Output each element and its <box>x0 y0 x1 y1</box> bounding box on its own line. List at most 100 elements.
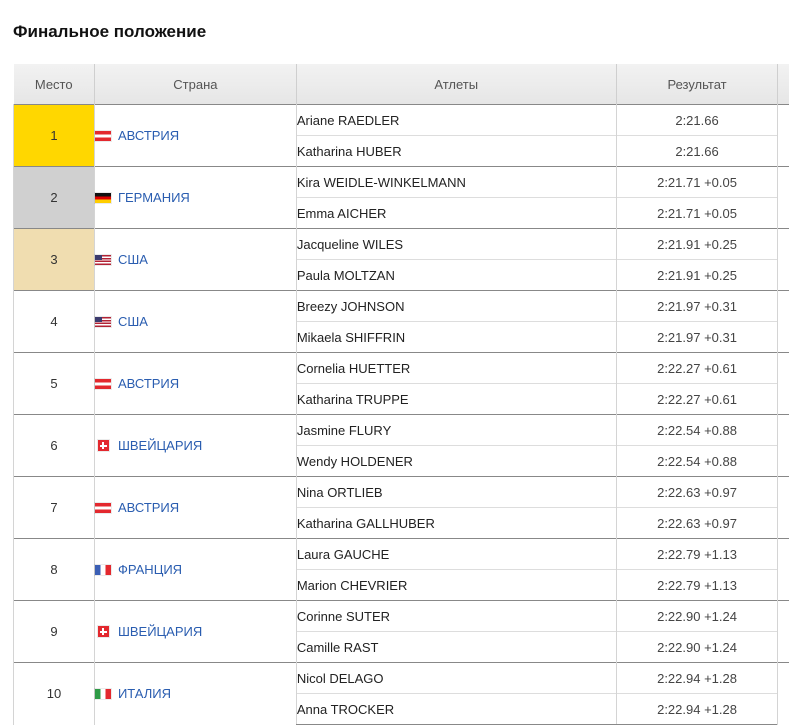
country-cell: АВСТРИЯ <box>93 352 297 415</box>
place-cell: 8 <box>13 538 95 601</box>
place-cell: 3 <box>13 228 95 291</box>
results-table: Место Страна Атлеты Результат 1 АВСТРИЯ Ar… <box>13 64 789 725</box>
place-cell: 10 <box>13 662 95 725</box>
place-cell: 4 <box>13 290 95 353</box>
athlete-name: Mikaela SHIFFRIN <box>295 321 617 353</box>
country-cell: АВСТРИЯ <box>93 104 297 167</box>
athlete-result: 2:22.54 +0.88 <box>615 414 779 446</box>
table-row: 6 ШВЕЙЦАРИЯ Jasmine FLURY 2:22.54 +0.88 <box>13 414 789 477</box>
country-cell: АВСТРИЯ <box>93 476 297 539</box>
athlete-result: 2:22.90 +1.24 <box>615 600 779 632</box>
athlete-result: 2:22.63 +0.97 <box>615 507 779 539</box>
place-cell: 6 <box>13 414 95 477</box>
row-extra-cell <box>777 414 789 477</box>
country-cell: ФРАНЦИЯ <box>93 538 297 601</box>
table-row: 4 США Breezy JOHNSON 2:21.97 +0.31 <box>13 290 789 353</box>
athlete-name: Camille RAST <box>295 631 617 663</box>
table-row: 2 ГЕРМАНИЯ Kira WEIDLE-WINKELMANN 2:21.71 +… <box>13 166 789 229</box>
germany-flag-icon <box>94 192 111 203</box>
row-extra-cell <box>777 228 789 291</box>
table-row: 7 АВСТРИЯ Nina ORTLIEB 2:22.63 +0.97 <box>13 476 789 539</box>
header-athletes[interactable]: Атлеты <box>295 64 617 105</box>
country-link[interactable]: АВСТРИЯ <box>118 376 179 391</box>
place-cell: 2 <box>13 166 95 229</box>
italy-flag-icon <box>94 688 111 699</box>
athlete-name: Nina ORTLIEB <box>295 476 617 508</box>
athlete-name: Nicol DELAGO <box>295 662 617 694</box>
country-cell: ШВЕЙЦАРИЯ <box>93 414 297 477</box>
athlete-result: 2:22.79 +1.13 <box>615 538 779 570</box>
athlete-result: 2:21.66 <box>615 104 779 136</box>
athlete-result: 2:21.97 +0.31 <box>615 290 779 322</box>
country-link[interactable]: ШВЕЙЦАРИЯ <box>118 624 202 639</box>
place-cell: 1 <box>13 104 95 167</box>
header-result[interactable]: Результат <box>615 64 778 105</box>
place-cell: 9 <box>13 600 95 663</box>
athlete-result: 2:22.79 +1.13 <box>615 569 779 601</box>
table-row: 1 АВСТРИЯ Ariane RAEDLER 2:21.66 <box>13 104 789 167</box>
athlete-name: Marion CHEVRIER <box>295 569 617 601</box>
table-row: 8 ФРАНЦИЯ Laura GAUCHE 2:22.79 +1.13 <box>13 538 789 601</box>
athlete-result: 2:21.66 <box>615 135 779 167</box>
athlete-name: Laura GAUCHE <box>295 538 617 570</box>
athlete-name: Breezy JOHNSON <box>295 290 617 322</box>
athlete-result: 2:21.97 +0.31 <box>615 321 779 353</box>
country-link[interactable]: США <box>118 252 148 267</box>
switzerland-flag-icon <box>97 626 109 637</box>
athlete-name: Katharina GALLHUBER <box>295 507 617 539</box>
athlete-name: Katharina HUBER <box>295 135 617 167</box>
usa-flag-icon <box>94 316 111 327</box>
country-link[interactable]: ШВЕЙЦАРИЯ <box>118 438 202 453</box>
athlete-name: Emma AICHER <box>295 197 617 229</box>
header-country[interactable]: Страна <box>93 64 297 105</box>
row-extra-cell <box>777 166 789 229</box>
france-flag-icon <box>94 564 111 575</box>
athlete-result: 2:22.63 +0.97 <box>615 476 779 508</box>
row-extra-cell <box>777 538 789 601</box>
athlete-result: 2:22.94 +1.28 <box>615 693 779 725</box>
table-row: 10 ИТАЛИЯ Nicol DELAGO 2:22.94 +1.28 <box>13 662 789 725</box>
athlete-name: Anna TROCKER <box>295 693 617 725</box>
country-link[interactable]: ФРАНЦИЯ <box>118 562 182 577</box>
country-cell: США <box>93 290 297 353</box>
country-link[interactable]: АВСТРИЯ <box>118 128 179 143</box>
table-row: 3 США Jacqueline WILES 2:21.91 +0.25 <box>13 228 789 291</box>
austria-flag-icon <box>94 130 111 141</box>
athlete-name: Jacqueline WILES <box>295 228 617 260</box>
country-link[interactable]: США <box>118 314 148 329</box>
page-title: Финальное положение <box>13 22 207 41</box>
row-extra-cell <box>777 290 789 353</box>
country-link[interactable]: ИТАЛИЯ <box>118 686 171 701</box>
table-header-row: Место Страна Атлеты Результат <box>13 64 789 105</box>
header-extra <box>777 64 789 105</box>
athlete-name: Ariane RAEDLER <box>295 104 617 136</box>
row-extra-cell <box>777 104 789 167</box>
athlete-result: 2:22.94 +1.28 <box>615 662 779 694</box>
row-extra-cell <box>777 600 789 663</box>
country-link[interactable]: ГЕРМАНИЯ <box>118 190 190 205</box>
country-cell: ШВЕЙЦАРИЯ <box>93 600 297 663</box>
athlete-result: 2:21.91 +0.25 <box>615 259 779 291</box>
austria-flag-icon <box>94 378 111 389</box>
athlete-result: 2:22.27 +0.61 <box>615 383 779 415</box>
country-cell: США <box>93 228 297 291</box>
row-extra-cell <box>777 352 789 415</box>
athlete-result: 2:22.90 +1.24 <box>615 631 779 663</box>
place-cell: 5 <box>13 352 95 415</box>
usa-flag-icon <box>94 254 111 265</box>
row-extra-cell <box>777 476 789 539</box>
athlete-name: Paula MOLTZAN <box>295 259 617 291</box>
athlete-result: 2:22.54 +0.88 <box>615 445 779 477</box>
country-cell: ГЕРМАНИЯ <box>93 166 297 229</box>
athlete-name: Kira WEIDLE-WINKELMANN <box>295 166 617 198</box>
country-link[interactable]: АВСТРИЯ <box>118 500 179 515</box>
switzerland-flag-icon <box>97 440 109 451</box>
athlete-name: Corinne SUTER <box>295 600 617 632</box>
athlete-name: Katharina TRUPPE <box>295 383 617 415</box>
athlete-name: Jasmine FLURY <box>295 414 617 446</box>
athlete-result: 2:21.91 +0.25 <box>615 228 779 260</box>
header-place[interactable]: Место <box>13 64 95 105</box>
row-extra-cell <box>777 662 789 725</box>
table-row: 5 АВСТРИЯ Cornelia HUETTER 2:22.27 +0.61 <box>13 352 789 415</box>
athlete-result: 2:21.71 +0.05 <box>615 197 779 229</box>
